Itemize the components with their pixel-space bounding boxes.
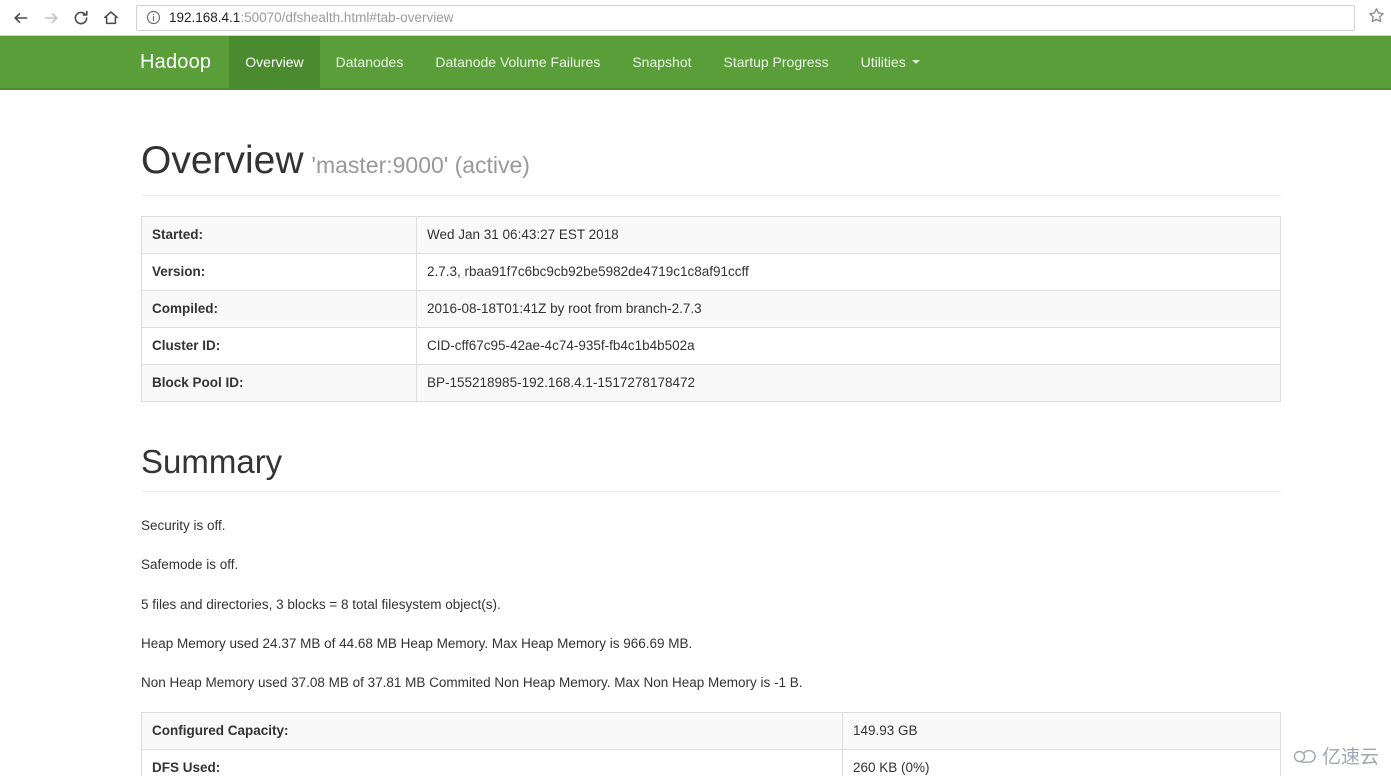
page-content: Overview 'master:9000' (active) Started: …	[0, 92, 1391, 776]
forward-button[interactable]	[36, 3, 66, 33]
summary-row-key: DFS Used:	[141, 748, 843, 776]
browser-toolbar: 192.168.4.1:50070/dfshealth.html#tab-ove…	[0, 0, 1391, 36]
home-icon	[102, 9, 120, 27]
summary-table: Configured Capacity: 149.93 GB DFS Used:…	[141, 711, 1281, 776]
summary-line-non-heap-memory: Non Heap Memory used 37.08 MB of 37.81 M…	[141, 674, 803, 690]
hadoop-navbar: Hadoop Overview Datanodes Datanode Volum…	[0, 36, 1391, 90]
watermark: 亿速云	[1286, 739, 1385, 772]
cloud-icon	[1293, 747, 1317, 764]
nav-item-utilities[interactable]: Utilities	[845, 36, 936, 88]
watermark-text: 亿速云	[1321, 747, 1379, 768]
chevron-down-icon	[911, 60, 920, 64]
url-host: 192.168.4.1	[169, 9, 241, 25]
summary-row-value: 260 KB (0%)	[842, 748, 1281, 776]
overview-row-key: Version:	[141, 252, 417, 291]
table-row: Compiled: 2016-08-18T01:41Z by root from…	[141, 289, 1281, 328]
forward-arrow-icon	[42, 9, 60, 27]
page-title: Overview 'master:9000' (active)	[141, 139, 1281, 196]
content-container: Overview 'master:9000' (active) Started: …	[141, 139, 1281, 776]
overview-row-key: Cluster ID:	[141, 326, 417, 365]
nav-item-datanode-volume-failures-label: Datanode Volume Failures	[435, 54, 601, 70]
overview-row-key: Started:	[141, 215, 417, 254]
page-title-subtitle: 'master:9000' (active)	[311, 152, 530, 178]
summary-row-value: 149.93 GB	[842, 711, 1281, 750]
summary-line-heap-memory: Heap Memory used 24.37 MB of 44.68 MB He…	[141, 635, 693, 651]
table-row: DFS Used: 260 KB (0%)	[141, 748, 1281, 776]
overview-row-value: 2016-08-18T01:41Z by root from branch-2.…	[416, 289, 1281, 328]
home-button[interactable]	[96, 3, 126, 33]
overview-row-value: 2.7.3, rbaa91f7c6bc9cb92be5982de4719c1c8…	[416, 252, 1281, 291]
nav-item-overview-label: Overview	[245, 54, 304, 70]
summary-line-safemode: Safemode is off.	[141, 557, 239, 573]
table-row: Started: Wed Jan 31 06:43:27 EST 2018	[141, 215, 1281, 254]
summary-row-key: Configured Capacity:	[141, 711, 843, 750]
back-button[interactable]	[6, 3, 36, 33]
nav-item-startup-progress[interactable]: Startup Progress	[708, 36, 845, 88]
nav-item-snapshot-label: Snapshot	[632, 54, 692, 70]
overview-row-value: BP-155218985-192.168.4.1-1517278178472	[416, 363, 1281, 402]
nav-item-datanodes-label: Datanodes	[335, 54, 404, 70]
table-row: Configured Capacity: 149.93 GB	[141, 711, 1281, 750]
overview-row-value: Wed Jan 31 06:43:27 EST 2018	[416, 215, 1281, 254]
info-icon[interactable]	[146, 10, 161, 25]
bookmark-star-icon	[1368, 7, 1385, 29]
table-row: Block Pool ID: BP-155218985-192.168.4.1-…	[141, 363, 1281, 402]
table-row: Version: 2.7.3, rbaa91f7c6bc9cb92be5982d…	[141, 252, 1281, 291]
nav-item-overview[interactable]: Overview	[229, 36, 320, 88]
page-title-text: Overview	[141, 139, 304, 182]
back-arrow-icon	[12, 9, 30, 27]
overview-table: Started: Wed Jan 31 06:43:27 EST 2018 Ve…	[141, 215, 1281, 402]
table-row: Cluster ID: CID-cff67c95-42ae-4c74-935f-…	[141, 326, 1281, 365]
url-path: :50070/dfshealth.html#tab-overview	[240, 9, 454, 25]
address-bar[interactable]: 192.168.4.1:50070/dfshealth.html#tab-ove…	[136, 4, 1355, 31]
summary-line-filesystem-objects: 5 files and directories, 3 blocks = 8 to…	[141, 596, 501, 612]
nav-item-snapshot[interactable]: Snapshot	[616, 36, 707, 88]
nav-item-utilities-label: Utilities	[860, 54, 906, 70]
summary-lines: Security is off. Safemode is off. 5 file…	[141, 516, 1281, 692]
bookmark-button[interactable]	[1363, 3, 1389, 33]
reload-icon	[72, 9, 90, 27]
nav-item-datanode-volume-failures[interactable]: Datanode Volume Failures	[419, 36, 616, 88]
brand-hadoop[interactable]: Hadoop	[140, 36, 229, 88]
summary-heading: Summary	[141, 443, 1281, 493]
nav-item-datanodes[interactable]: Datanodes	[320, 36, 420, 88]
nav-item-startup-progress-label: Startup Progress	[723, 54, 829, 70]
overview-row-value: CID-cff67c95-42ae-4c74-935f-fb4c1b4b502a	[416, 326, 1281, 365]
reload-button[interactable]	[66, 3, 96, 33]
url-text: 192.168.4.1:50070/dfshealth.html#tab-ove…	[169, 6, 453, 30]
overview-row-key: Compiled:	[141, 289, 417, 328]
overview-row-key: Block Pool ID:	[141, 363, 417, 402]
summary-line-security: Security is off.	[141, 518, 226, 534]
